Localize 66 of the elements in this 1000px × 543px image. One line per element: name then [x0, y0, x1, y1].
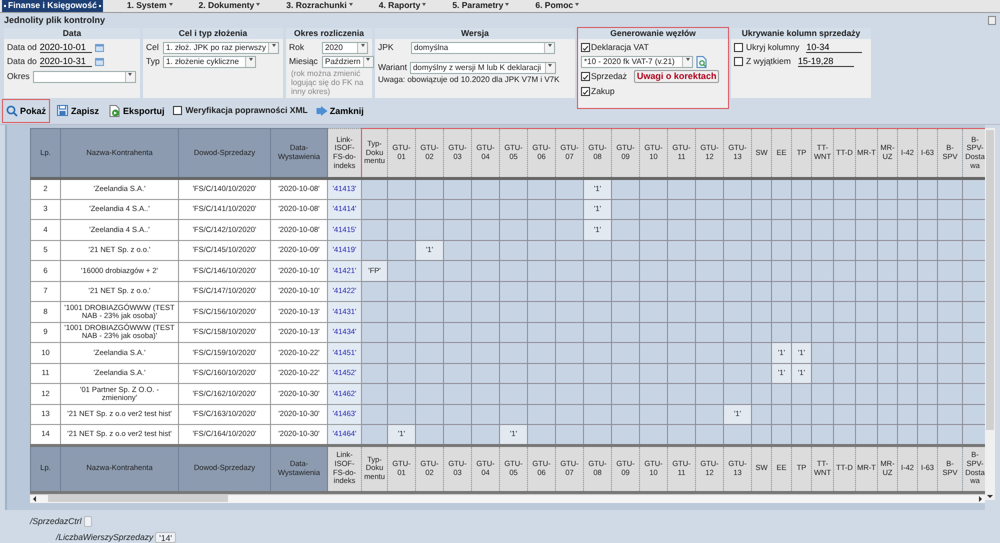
panel-title: Cel i typ złożenia: [143, 28, 283, 39]
select-field[interactable]: 1. złożenie cykliczne: [163, 56, 256, 68]
select-field[interactable]: 2020: [322, 42, 368, 54]
toolbar-button[interactable]: Zamknij: [314, 100, 366, 122]
note-text: (rok można zmienić logując się do FK na inny okres): [290, 69, 364, 97]
select-field[interactable]: 1. złoż. JPK po raz pierwszy: [163, 42, 280, 54]
select-field[interactable]: *10 - 2020 fk VAT-7 (v.21): [581, 56, 693, 68]
checkbox[interactable]: [581, 43, 590, 52]
checkbox-label: Sprzedaż: [591, 72, 627, 82]
window-icon[interactable]: [988, 16, 996, 25]
field-label: Wariant: [378, 62, 407, 72]
menu-item[interactable]: Finanse i Księgowość: [2, 0, 103, 12]
field-label: Data do: [7, 56, 37, 66]
value-field: [84, 516, 92, 527]
toolbar-button[interactable]: Zapisz: [55, 100, 102, 122]
panel-title: Data: [4, 28, 140, 39]
search-icon: [6, 105, 18, 117]
menu-item[interactable]: 6. Pomoc: [533, 0, 582, 12]
checkbox[interactable]: [581, 87, 590, 96]
panel-title: Generowanie węzłów: [578, 28, 728, 39]
menu-item[interactable]: 5. Parametry: [450, 0, 512, 12]
toolbar-button[interactable]: Eksportuj: [107, 100, 167, 122]
menu-item[interactable]: 2. Dokumenty: [196, 0, 262, 12]
menu-item[interactable]: 1. System: [124, 0, 175, 12]
menu-item[interactable]: 3. Rozrachunki: [284, 0, 355, 12]
vertical-scrollbar[interactable]: [985, 128, 995, 500]
calendar-icon: [94, 43, 104, 52]
field-label: Typ: [146, 56, 160, 66]
field-label: Cel: [146, 42, 160, 52]
checkbox-label: Deklaracja VAT: [591, 42, 649, 52]
checkbox-label: Weryfikacja poprawności XML: [186, 106, 308, 116]
tree-node[interactable]: /SprzedazCtrl: [30, 516, 82, 526]
checkbox[interactable]: [734, 43, 743, 52]
select-field[interactable]: Październ: [322, 56, 374, 68]
select-field[interactable]: domyślna: [411, 42, 555, 54]
checkbox[interactable]: [172, 106, 182, 116]
text-field[interactable]: 10-34: [806, 42, 862, 53]
tree-node[interactable]: /LiczbaWierszySprzedazy: [56, 532, 154, 542]
note-text: Uwaga: obowiązuje od 10.2020 dla JPK V7M i V7K: [378, 75, 560, 84]
select-field[interactable]: domyślny z wersji M lub K deklaracji: [410, 62, 556, 74]
field-label: JPK: [378, 42, 395, 52]
panel-title: Wersja: [375, 28, 575, 39]
toolbar-button[interactable]: Pokaż: [3, 100, 50, 122]
field-label: Data od: [7, 42, 37, 52]
checkbox-label: Z wyjątkiem: [746, 56, 791, 66]
checkbox-label: Zakup: [591, 86, 615, 96]
date-field[interactable]: 2020-10-31: [40, 56, 92, 67]
checkbox[interactable]: [581, 72, 590, 81]
calendar-icon: [94, 57, 104, 66]
field-label: Miesiąc: [289, 56, 319, 66]
checkbox[interactable]: [734, 57, 743, 66]
field-label: Okres: [7, 72, 30, 82]
value-field: '14': [155, 532, 176, 543]
panel-title: Okres rozliczenia: [286, 28, 372, 39]
document-search-icon: [696, 56, 707, 68]
text-field[interactable]: 15-19,28: [798, 56, 854, 67]
arrow-right-icon: [316, 105, 328, 117]
page-title: Jednolity plik kontrolny: [4, 15, 106, 26]
select-field[interactable]: [32, 70, 136, 82]
date-field[interactable]: 2020-10-01: [40, 42, 92, 53]
document-arrow-icon: [109, 105, 122, 117]
corrections-button[interactable]: Uwagi o korektach: [634, 70, 720, 83]
menu-item[interactable]: 4. Raporty: [376, 0, 428, 12]
panel-title: Ukrywanie kolumn sprzedaży: [731, 28, 871, 39]
field-label: Rok: [289, 42, 306, 52]
checkbox-label: Ukryj kolumny: [746, 42, 800, 52]
